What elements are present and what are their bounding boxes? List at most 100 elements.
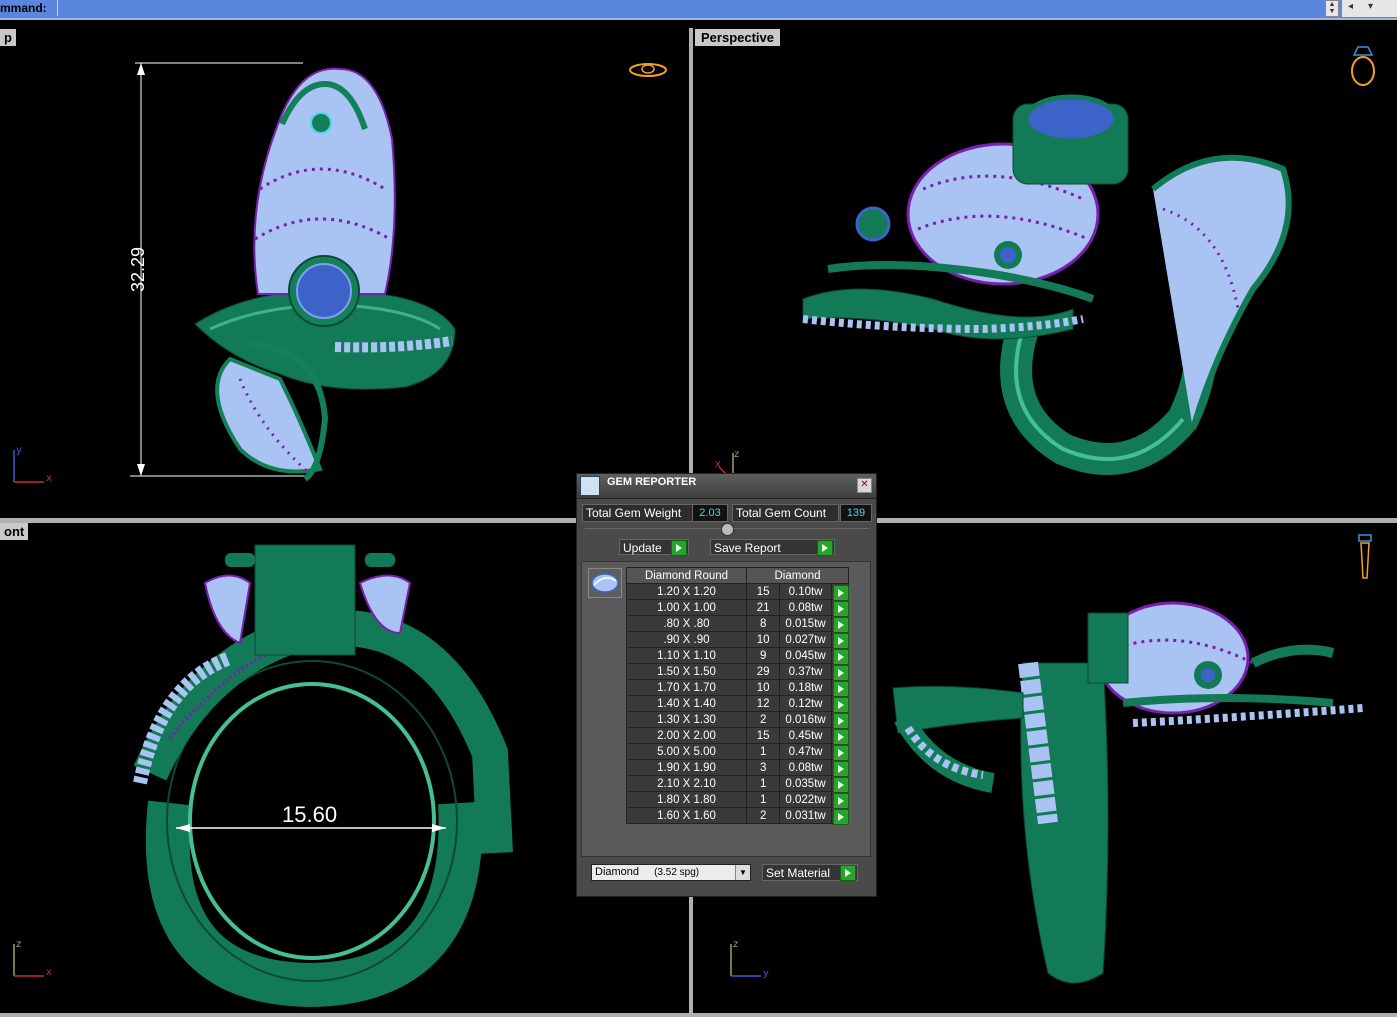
select-gems-button[interactable] <box>830 647 850 665</box>
gem-count-cell: 12 <box>745 695 781 712</box>
scroll-updown-icon[interactable]: ▲ ▼ <box>1325 0 1339 17</box>
gem-size-cell: 1.70 X 1.70 <box>626 679 747 696</box>
select-gems-button[interactable] <box>830 711 850 729</box>
gem-count-cell: 1 <box>745 791 781 808</box>
gem-count-cell: 21 <box>745 599 781 616</box>
select-gems-button[interactable] <box>830 631 850 649</box>
gem-size-cell: 1.50 X 1.50 <box>626 663 747 680</box>
total-gem-weight-label: Total Gem Weight <box>582 504 694 522</box>
dropdown-arrow-icon[interactable]: ◂ ▾ <box>1342 0 1397 17</box>
gem-table-row[interactable]: 1.70 X 1.70 10 0.18tw <box>626 679 850 697</box>
save-report-button-label: Save Report <box>714 541 781 555</box>
gem-size-cell: .80 X .80 <box>626 615 747 632</box>
command-input[interactable] <box>57 0 1324 16</box>
gem-count-cell: 1 <box>745 743 781 760</box>
gem-list-panel: Diamond Round Diamond 1.20 X 1.20 15 0.10t… <box>581 561 871 857</box>
gem-size-cell: 2.00 X 2.00 <box>626 727 747 744</box>
gem-size-cell: 1.90 X 1.90 <box>626 759 747 776</box>
gem-count-cell: 10 <box>745 631 781 648</box>
select-gems-button[interactable] <box>830 599 850 617</box>
axis-label-x: x <box>46 473 52 484</box>
gem-table-row[interactable]: 5.00 X 5.00 1 0.47tw <box>626 743 850 761</box>
gem-table-row[interactable]: 1.80 X 1.80 1 0.022tw <box>626 791 850 809</box>
select-gems-button[interactable] <box>830 663 850 681</box>
gem-count-cell: 2 <box>745 807 781 824</box>
total-gem-count-label: Total Gem Count <box>732 504 839 522</box>
gem-reporter-titlebar[interactable]: GEM REPORTER ✕ <box>577 474 876 499</box>
gem-size-cell: 2.10 X 2.10 <box>626 775 747 792</box>
gem-size-cell: 5.00 X 5.00 <box>626 743 747 760</box>
gem-weight-cell: 0.015tw <box>779 615 832 632</box>
go-arrow-icon <box>817 540 833 556</box>
splitter-handle[interactable] <box>721 523 734 536</box>
chevron-down-icon[interactable]: ▼ <box>735 865 750 880</box>
gem-count-cell: 15 <box>745 727 781 744</box>
gem-weight-cell: 0.18tw <box>779 679 832 696</box>
axis-label-z: z <box>733 939 739 950</box>
select-gems-button[interactable] <box>830 743 850 761</box>
gem-count-cell: 10 <box>745 679 781 696</box>
select-gems-button[interactable] <box>830 791 850 809</box>
save-report-button[interactable]: Save Report <box>710 539 835 556</box>
axis-label-y: y <box>763 968 769 979</box>
gem-table-row[interactable]: 1.00 X 1.00 21 0.08tw <box>626 599 850 617</box>
command-bar: mmand: ▲ ▼ ◂ ▾ <box>0 0 1397 20</box>
gem-weight-cell: 0.035tw <box>779 775 832 792</box>
gem-table-row[interactable]: .90 X .90 10 0.027tw <box>626 631 850 649</box>
gem-table-row[interactable]: 1.90 X 1.90 3 0.08tw <box>626 759 850 777</box>
gem-weight-cell: 0.45tw <box>779 727 832 744</box>
gem-reporter-app-icon <box>580 476 600 496</box>
viewport-top[interactable]: p 32.29 y x <box>0 29 689 518</box>
gem-weight-cell: 0.08tw <box>779 599 832 616</box>
select-gems-button[interactable] <box>830 583 850 601</box>
gem-weight-cell: 0.08tw <box>779 759 832 776</box>
gem-size-cell: 1.60 X 1.60 <box>626 807 747 824</box>
select-gems-button[interactable] <box>830 695 850 713</box>
select-gems-button[interactable] <box>830 615 850 633</box>
ring-perspective-render <box>802 94 1292 475</box>
ring-thumbnail-icon <box>1351 46 1375 86</box>
gem-size-cell: 1.00 X 1.00 <box>626 599 747 616</box>
viewport-perspective[interactable]: Perspective z x <box>693 29 1397 518</box>
select-gems-button[interactable] <box>830 679 850 697</box>
gem-reporter-title: GEM REPORTER <box>607 476 697 488</box>
gem-table-row[interactable]: 1.40 X 1.40 12 0.12tw <box>626 695 850 713</box>
total-gem-weight-value: 2.03 <box>692 504 728 522</box>
gem-table-row[interactable]: 1.10 X 1.10 9 0.045tw <box>626 647 850 665</box>
select-gems-button[interactable] <box>830 727 850 745</box>
viewport-divider-bottom <box>0 1013 1397 1017</box>
select-gems-button[interactable] <box>830 775 850 793</box>
gem-table-row[interactable]: 1.50 X 1.50 29 0.37tw <box>626 663 850 681</box>
update-button-label: Update <box>623 541 662 555</box>
gem-table-row[interactable]: 2.10 X 2.10 1 0.035tw <box>626 775 850 793</box>
gem-table-row[interactable]: 1.30 X 1.30 2 0.016tw <box>626 711 850 729</box>
go-arrow-icon <box>671 540 687 556</box>
material-select[interactable]: Diamond (3.52 spg) ▼ <box>591 864 751 881</box>
gem-weight-cell: 0.045tw <box>779 647 832 664</box>
gem-table-row[interactable]: 1.20 X 1.20 15 0.10tw <box>626 583 850 601</box>
ring-thumbnail-icon <box>629 63 667 77</box>
total-gem-count-value: 139 <box>840 504 872 522</box>
gem-count-cell: 8 <box>745 615 781 632</box>
close-icon[interactable]: ✕ <box>857 478 872 493</box>
gem-weight-cell: 0.10tw <box>779 583 832 600</box>
gem-reporter-dialog: GEM REPORTER ✕ Total Gem Weight 2.03 Tot… <box>576 473 877 897</box>
gem-weight-cell: 0.022tw <box>779 791 832 808</box>
column-header-material: Diamond <box>746 567 849 584</box>
gem-count-cell: 9 <box>745 647 781 664</box>
gem-table-row[interactable]: 1.60 X 1.60 2 0.031tw <box>626 807 850 825</box>
select-gems-button[interactable] <box>830 759 850 777</box>
go-arrow-icon <box>840 865 856 881</box>
axis-dimension-front: 15.60 <box>282 802 338 827</box>
diamond-round-icon[interactable] <box>588 568 622 598</box>
gem-weight-cell: 0.37tw <box>779 663 832 680</box>
update-button[interactable]: Update <box>619 539 689 556</box>
gem-weight-cell: 0.031tw <box>779 807 832 824</box>
gem-table: Diamond Round Diamond 1.20 X 1.20 15 0.10t… <box>626 567 850 825</box>
gem-table-row[interactable]: .80 X .80 8 0.015tw <box>626 615 850 633</box>
command-label: mmand: <box>0 1 47 15</box>
gem-table-row[interactable]: 2.00 X 2.00 15 0.45tw <box>626 727 850 745</box>
material-name: Diamond <box>595 866 640 878</box>
select-gems-button[interactable] <box>830 807 850 825</box>
set-material-button[interactable]: Set Material <box>762 864 858 881</box>
